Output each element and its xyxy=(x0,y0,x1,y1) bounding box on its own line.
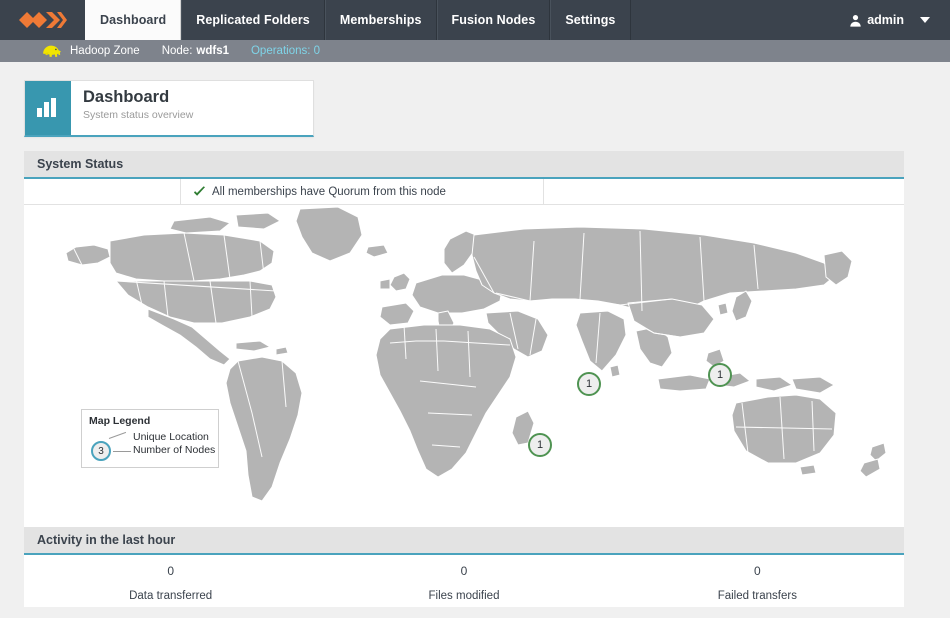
wandisco-chevron-logo-icon xyxy=(18,12,67,28)
page-title: Dashboard xyxy=(83,88,170,106)
map-legend-circle: 3 xyxy=(91,441,111,461)
system-status-heading: System Status xyxy=(24,151,904,179)
hadoop-elephant-icon xyxy=(41,43,63,59)
map-marker[interactable]: 1 xyxy=(528,433,552,457)
world-map-svg xyxy=(65,206,887,502)
activity-value: 0 xyxy=(460,564,468,578)
map-legend-leader-line-nodes xyxy=(113,451,131,452)
nav-tab-list: Dashboard Replicated Folders Memberships… xyxy=(85,0,631,40)
tab-memberships[interactable]: Memberships xyxy=(324,0,437,40)
green-check-icon xyxy=(193,185,206,198)
status-cell-left xyxy=(24,179,181,204)
status-cell-quorum: All memberships have Quorum from this no… xyxy=(181,179,544,204)
map-marker-count: 1 xyxy=(716,369,724,381)
world-map[interactable]: 1 1 1 Map Legend 3 Unique Location Numbe… xyxy=(24,205,904,527)
tab-replicated-folders-label: Replicated Folders xyxy=(196,13,310,27)
activity-value: 0 xyxy=(753,564,761,578)
user-avatar-icon xyxy=(849,14,862,27)
tab-settings[interactable]: Settings xyxy=(550,0,631,40)
tab-replicated-folders[interactable]: Replicated Folders xyxy=(181,0,325,40)
tab-fusion-nodes-label: Fusion Nodes xyxy=(451,13,536,27)
activity-heading: Activity in the last hour xyxy=(24,527,904,555)
activity-panel: Activity in the last hour 0 Data transfe… xyxy=(24,527,904,607)
activity-metric-files-modified: 0 Files modified xyxy=(317,564,610,607)
tab-fusion-nodes[interactable]: Fusion Nodes xyxy=(436,0,551,40)
map-legend-leader-line-unique xyxy=(108,431,127,439)
map-marker[interactable]: 1 xyxy=(708,363,732,387)
bar-chart-icon xyxy=(25,81,71,135)
map-legend-label-number-of-nodes: Number of Nodes xyxy=(133,444,216,456)
operations-count-link[interactable]: Operations: 0 xyxy=(251,45,320,57)
system-status-panel: System Status All memberships have Quoru… xyxy=(24,151,904,527)
activity-label: Files modified xyxy=(428,590,500,602)
map-legend-label-unique-location: Unique Location xyxy=(133,431,209,443)
zone-name-label: Hadoop Zone xyxy=(70,45,140,57)
activity-metrics-row: 0 Data transferred 0 Files modified 0 Fa… xyxy=(24,555,904,607)
zone-info-bar: Hadoop Zone Node: wdfs1 Operations: 0 xyxy=(0,40,950,62)
tab-settings-label: Settings xyxy=(565,13,616,27)
tab-dashboard-label: Dashboard xyxy=(100,13,167,27)
activity-label: Failed transfers xyxy=(717,590,797,602)
top-navigation-bar: Dashboard Replicated Folders Memberships… xyxy=(0,0,950,40)
map-marker[interactable]: 1 xyxy=(577,372,601,396)
quorum-status-text: All memberships have Quorum from this no… xyxy=(212,185,446,198)
user-menu[interactable]: admin xyxy=(849,0,950,40)
page-content: Dashboard System status overview System … xyxy=(0,80,950,607)
activity-value: 0 xyxy=(167,564,174,578)
app-logo[interactable] xyxy=(0,0,85,40)
page-subtitle: System status overview xyxy=(83,109,194,121)
tab-memberships-label: Memberships xyxy=(339,13,422,27)
system-status-row: All memberships have Quorum from this no… xyxy=(24,179,904,205)
page-title-card: Dashboard System status overview xyxy=(24,80,314,137)
node-label: Node: xyxy=(161,45,193,57)
map-legend-body: 3 Unique Location Number of Nodes xyxy=(89,430,215,464)
map-legend: Map Legend 3 Unique Location Number of N… xyxy=(81,409,219,468)
map-marker-count: 1 xyxy=(536,439,544,451)
activity-metric-failed-transfers: 0 Failed transfers xyxy=(611,564,904,607)
user-name-label: admin xyxy=(867,13,904,27)
status-cell-right xyxy=(544,179,904,204)
tab-dashboard[interactable]: Dashboard xyxy=(85,0,182,40)
activity-label: Data transferred xyxy=(129,590,213,602)
user-menu-chevron-down-icon[interactable] xyxy=(910,0,940,40)
activity-metric-data-transferred: 0 Data transferred xyxy=(24,564,317,607)
map-legend-title: Map Legend xyxy=(89,415,151,427)
map-marker-count: 1 xyxy=(585,378,593,390)
chevron-down-glyph xyxy=(920,17,930,23)
page-title-text: Dashboard System status overview xyxy=(71,81,193,135)
node-value: wdfs1 xyxy=(196,45,229,57)
